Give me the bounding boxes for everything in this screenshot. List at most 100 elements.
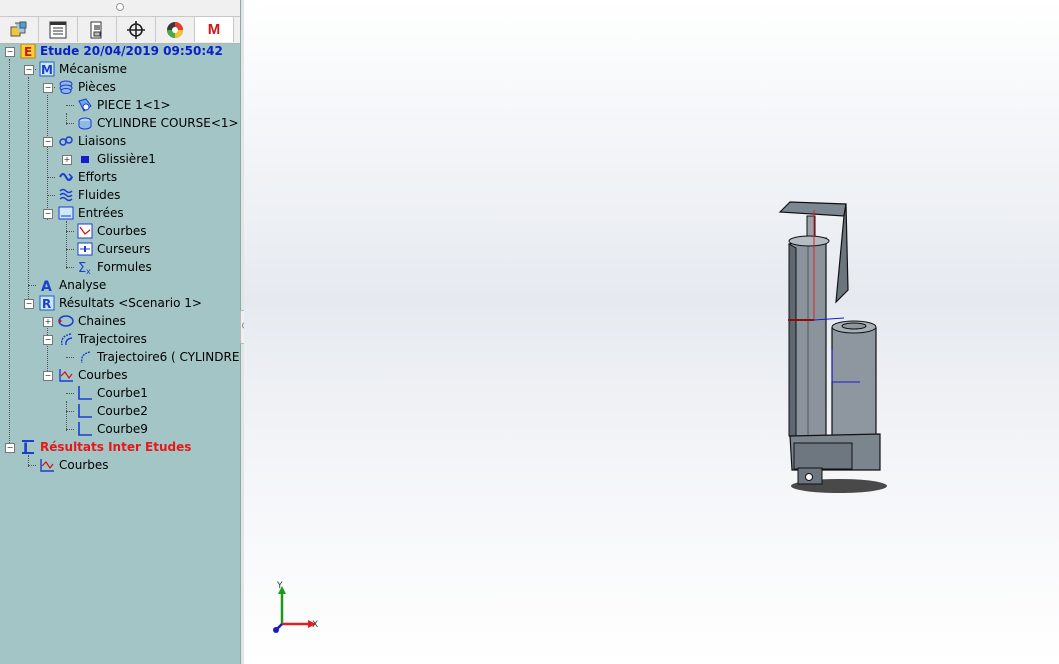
fluids-icon [58,187,74,203]
tree-item-study[interactable]: E Etude 20/04/2019 09:50:42 [20,44,223,60]
axis-triad: Y X [273,581,318,633]
expander-chains[interactable]: + [43,317,53,327]
tree-item-results[interactable]: R Résultats <Scenario 1> [39,294,202,312]
trajectory1-label: Trajectoire6 ( CYLINDRE COURSE<1> ) [97,350,240,364]
tree-item-curve9[interactable]: Courbe9 [77,420,148,438]
curves-label: Courbes [78,368,128,382]
tree-item-chains[interactable]: Chaines [58,312,126,330]
analysis-label: Analyse [59,278,107,292]
panel-grip-handle[interactable] [116,3,124,11]
tree-item-links[interactable]: Liaisons [58,132,126,150]
tab-configuration-manager[interactable] [78,17,117,42]
links-label: Liaisons [78,134,127,148]
svg-text:R: R [42,297,51,311]
results-label: Résultats <Scenario 1> [59,296,202,310]
chains-label: Chaines [78,314,126,328]
mechanism-label: Mécanisme [59,62,127,76]
tree-item-analysis[interactable]: A Analyse [39,276,106,294]
expander-study[interactable]: − [5,47,15,57]
manager-tabs: M [0,17,240,44]
expander-trajectories[interactable]: − [43,335,53,345]
curve-graph-icon [77,223,93,239]
curve-axes-icon [77,385,93,401]
parts-icon [58,79,74,95]
expander-parts[interactable]: − [43,83,53,93]
tree-item-parts[interactable]: Pièces [58,78,116,96]
tab-meca3d[interactable]: M [195,17,234,42]
part-icon [77,97,93,113]
tree-item-curve2[interactable]: Courbe2 [77,402,148,420]
appearance-icon [167,21,183,38]
curve2-label: Courbe2 [97,404,148,418]
tree-item-inter-results[interactable]: I Résultats Inter Etudes [20,438,191,456]
property-list-icon [49,21,67,38]
trajectories-icon [58,331,74,347]
tree-item-input-formulas[interactable]: Σx Formules [77,258,152,276]
tab-dimxpert[interactable] [117,17,156,42]
input-formulas-label: Formules [97,260,152,274]
tree-item-trajectories[interactable]: Trajectoires [58,330,147,348]
meca3d-tree: − − − − + − − + − − − E Etude 20/04/2019… [0,44,240,664]
tree-item-inter-curves[interactable]: Courbes [39,456,109,474]
meca3d-m-icon: M [207,21,221,38]
tree-item-input-cursors[interactable]: Curseurs [77,240,150,258]
axis-x-label: X [312,620,318,630]
svg-text:E: E [24,45,32,59]
curves-icon [58,367,74,383]
curve-axes-icon [77,421,93,437]
expander-results[interactable]: − [24,299,34,309]
curve1-label: Courbe1 [97,386,148,400]
configuration-icon [90,21,102,38]
part2-label: CYLINDRE COURSE<1> [97,116,239,130]
input-curves-label: Courbes [97,224,147,238]
tab-display-manager[interactable] [156,17,195,42]
results-r-icon: R [39,295,55,311]
inter-results-label: Résultats Inter Etudes [40,440,192,454]
svg-text:A: A [41,279,52,293]
cursor-icon [77,241,93,257]
tab-feature-manager[interactable] [0,17,39,42]
inter-results-i-icon: I [20,439,36,455]
expander-inter-results[interactable]: − [5,443,15,453]
tree-item-link1[interactable]: Glissière1 [77,150,156,168]
actuator-3d-model[interactable] [244,0,1059,664]
formula-sigma-icon: Σx [77,259,93,275]
axis-y-label: Y [276,581,283,591]
tree-item-efforts[interactable]: Efforts [58,168,117,186]
tree-item-part2[interactable]: CYLINDRE COURSE<1> [77,114,239,132]
tab-property-manager[interactable] [39,17,78,42]
curve9-label: Courbe9 [97,422,148,436]
tree-item-mechanism[interactable]: M Mécanisme [39,60,127,78]
study-e-icon: E [20,44,36,59]
graphics-viewport[interactable]: Y X [244,0,1059,664]
svg-text:x: x [86,267,91,275]
tree-item-part1[interactable]: PIECE 1<1> [77,96,171,114]
tree-item-inputs[interactable]: Entrées [58,204,124,222]
crosshair-icon [127,20,145,39]
tree-item-curve1[interactable]: Courbe1 [77,384,148,402]
svg-text:Σ: Σ [78,261,86,275]
trajectories-label: Trajectoires [78,332,147,346]
svg-text:M: M [41,63,53,77]
expander-link1[interactable]: + [62,155,72,165]
efforts-label: Efforts [78,170,118,184]
link1-label: Glissière1 [97,152,156,166]
mechanism-m-icon: M [39,61,55,77]
expander-links[interactable]: − [43,137,53,147]
panel-top-bar [0,0,240,17]
slider-link-icon [77,151,93,167]
expander-inputs[interactable]: − [43,209,53,219]
study-label: Etude 20/04/2019 09:50:42 [40,44,223,58]
tree-item-curves[interactable]: Courbes [58,366,128,384]
curve-axes-icon [77,403,93,419]
expander-mechanism[interactable]: − [24,65,34,75]
feature-tree-icon [10,21,27,36]
tree-item-input-curves[interactable]: Courbes [77,222,147,240]
curves-icon [39,457,55,473]
tree-item-trajectory1[interactable]: Trajectoire6 ( CYLINDRE COURSE<1> ) [77,348,240,366]
expander-curves[interactable]: − [43,371,53,381]
chains-icon [58,313,74,329]
inputs-icon [58,205,74,221]
tree-item-fluids[interactable]: Fluides [58,186,120,204]
parts-label: Pièces [78,80,116,94]
